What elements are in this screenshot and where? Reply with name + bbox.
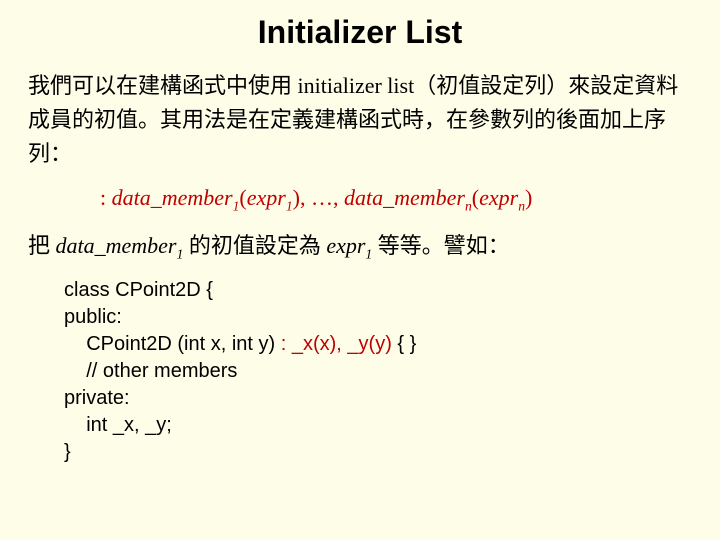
slide-title: Initializer List — [28, 14, 692, 51]
code-l3a: CPoint2D (int x, int y) — [64, 333, 281, 355]
syntax-lead: : — [100, 185, 112, 210]
code-l3c: { } — [392, 333, 416, 355]
syntax-lpn: ( — [472, 185, 479, 210]
syntax-subna: n — [465, 199, 472, 214]
p2-t1: 把 — [28, 233, 56, 258]
p2-dm: data_member — [56, 233, 177, 258]
syntax-dmn: data_member — [344, 185, 465, 210]
syntax-rpn: ) — [525, 185, 532, 210]
code-l2: public: — [64, 306, 122, 328]
code-block: class CPoint2D { public: CPoint2D (int x… — [64, 277, 692, 466]
slide: Initializer List 我們可以在建構函式中使用 initialize… — [0, 0, 720, 466]
syntax-lp1: ( — [239, 185, 246, 210]
syntax-sub1b: 1 — [286, 199, 293, 214]
code-l6: int _x, _y; — [64, 414, 172, 436]
code-l4: // other members — [64, 360, 237, 382]
p2-t2: 的初值設定為 — [183, 233, 326, 258]
p2-ex: expr — [326, 233, 365, 258]
syntax-exn: expr — [479, 185, 518, 210]
syntax-line: : data_member1(expr1), …, data_membern(e… — [100, 185, 692, 214]
code-l5: private: — [64, 387, 130, 409]
syntax-dm1: data_member — [112, 185, 233, 210]
syntax-ex1: expr — [247, 185, 286, 210]
p2-t3: 等等。譬如： — [372, 233, 510, 258]
intro-paragraph: 我們可以在建構函式中使用 initializer list（初值設定列）來設定資… — [28, 69, 692, 171]
code-l1: class CPoint2D { — [64, 279, 213, 301]
code-l3-highlight: : _x(x), _y(y) — [281, 333, 392, 355]
explain-paragraph: 把 data_member1 的初值設定為 expr1 等等。譬如： — [28, 229, 692, 265]
syntax-subnb: n — [518, 199, 525, 214]
syntax-rp1: ) — [293, 185, 300, 210]
code-l7: } — [64, 441, 71, 463]
syntax-sep: , …, — [300, 185, 344, 210]
